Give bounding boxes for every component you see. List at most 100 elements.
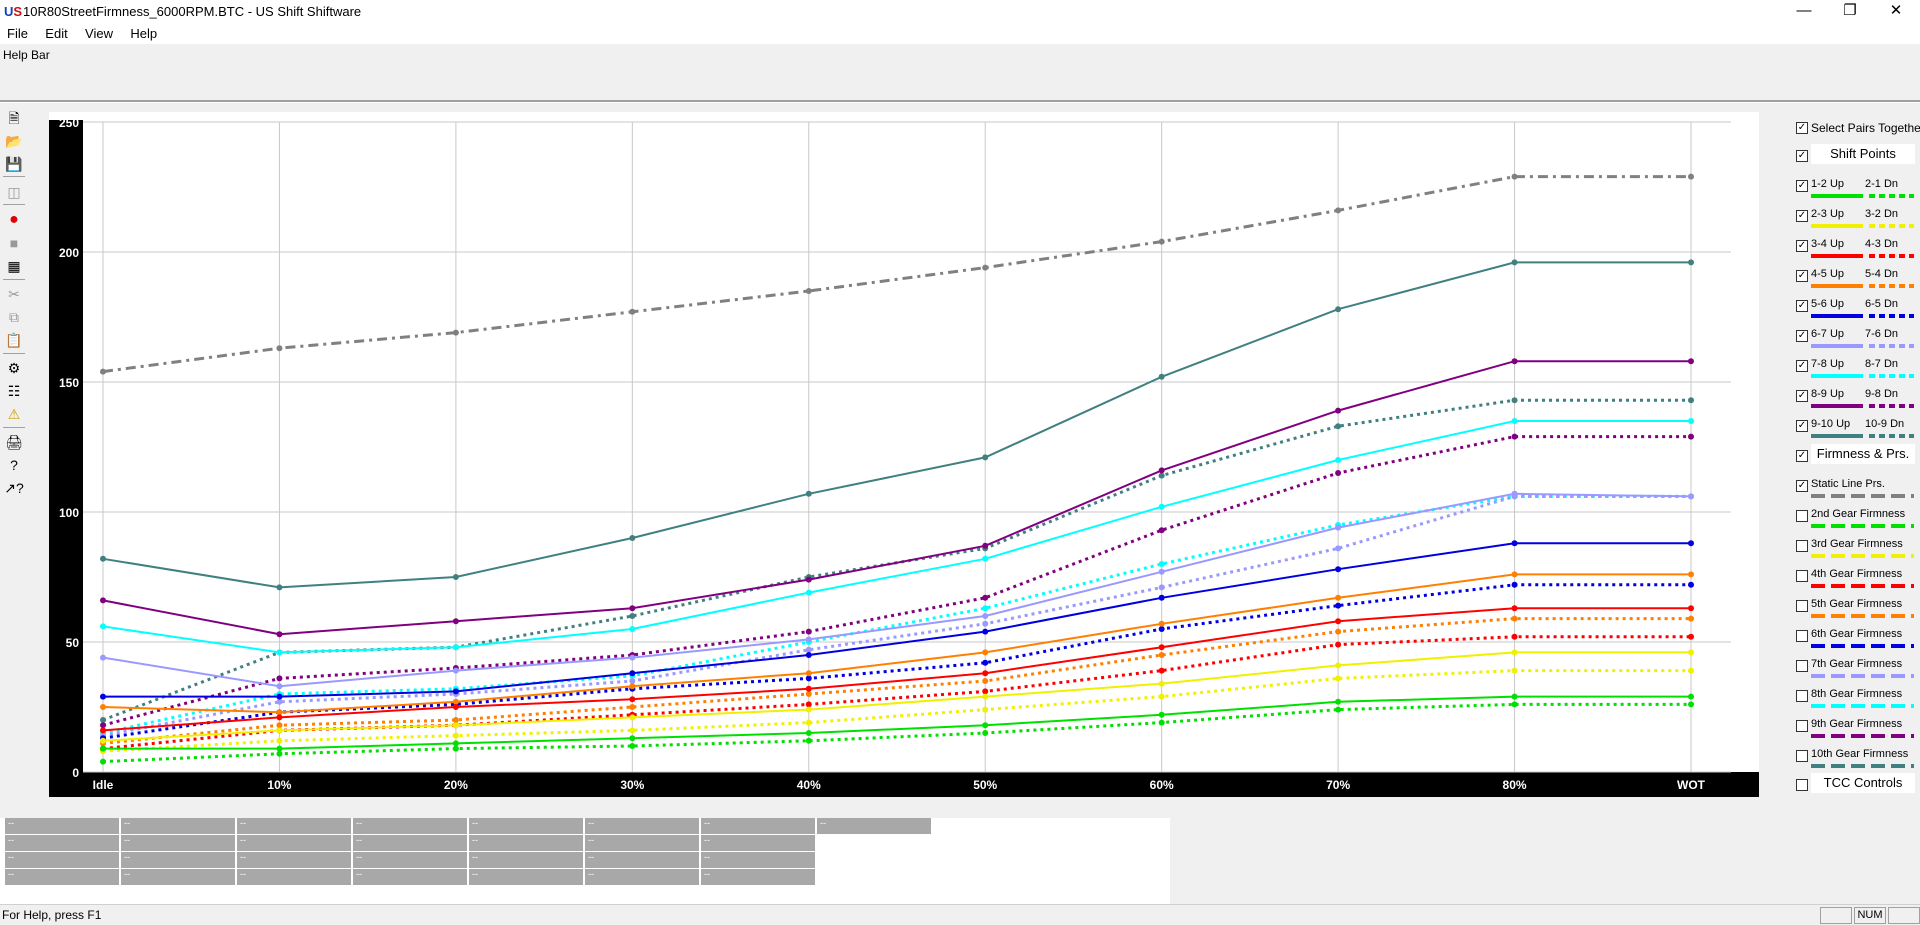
grid-cell[interactable]: -- [237,835,352,851]
shift-pair-row[interactable]: ✓ 1-2 Up 2-1 Dn [1785,174,1920,202]
select-pairs-row[interactable]: ✓ Select Pairs Together [1785,114,1920,142]
copy-icon[interactable]: ⧉ [4,307,24,327]
shift-pair-checkbox[interactable]: ✓ [1796,360,1808,372]
shift-pair-checkbox[interactable]: ✓ [1796,420,1808,432]
firmness-item-row[interactable]: 5th Gear Firmness [1785,594,1920,622]
grid-cell[interactable]: -- [5,869,120,885]
grid-cell[interactable]: -- [237,852,352,868]
shift-pair-row[interactable]: ✓ 9-10 Up 10-9 Dn [1785,414,1920,442]
firmness-item-row[interactable]: 8th Gear Firmness [1785,684,1920,712]
firmness-item-row[interactable]: 7th Gear Firmness [1785,654,1920,682]
app-icon[interactable]: US [4,4,22,19]
firmness-item-checkbox[interactable] [1796,720,1808,732]
firmness-item-row[interactable]: 2nd Gear Firmness [1785,504,1920,532]
grid-cell[interactable]: -- [5,852,120,868]
grid-cell[interactable]: -- [237,818,352,834]
firmness-item-checkbox[interactable] [1796,630,1808,642]
shift-pair-row[interactable]: ✓ 2-3 Up 3-2 Dn [1785,204,1920,232]
context-help-icon[interactable]: ↗? [4,478,24,498]
shift-points-checkbox[interactable]: ✓ [1796,150,1808,162]
grid-cell[interactable]: -- [469,869,584,885]
firmness-item-row[interactable]: 10th Gear Firmness [1785,744,1920,772]
shift-points-button[interactable]: Shift Points [1811,144,1915,164]
firmness-item-row[interactable]: 6th Gear Firmness [1785,624,1920,652]
shift-pair-row[interactable]: ✓ 8-9 Up 9-8 Dn [1785,384,1920,412]
grid-cell[interactable]: -- [585,869,700,885]
grid-cell[interactable]: -- [701,835,816,851]
stop-icon[interactable]: ■ [4,233,24,253]
firmness-item-checkbox[interactable] [1796,690,1808,702]
shift-pair-row[interactable]: ✓ 4-5 Up 5-4 Dn [1785,264,1920,292]
table-edit-icon[interactable]: ▦ [4,256,24,276]
open-folder-icon[interactable]: 📂 [4,131,24,151]
grid-cell[interactable]: -- [121,869,236,885]
firmness-button[interactable]: Firmness & Prs. [1811,444,1915,464]
shift-pair-row[interactable]: ✓ 6-7 Up 7-6 Dn [1785,324,1920,352]
grid-cell[interactable]: -- [817,818,932,834]
firmness-item-row[interactable]: 3rd Gear Firmness [1785,534,1920,562]
settings-gear-icon[interactable]: ⚙ [4,358,24,378]
save-icon[interactable]: 💾 [4,154,24,174]
grid-cell[interactable]: -- [585,818,700,834]
firmness-item-checkbox[interactable] [1796,750,1808,762]
firmness-item-checkbox[interactable] [1796,510,1808,522]
help-icon[interactable]: ? [4,455,24,475]
shift-pair-checkbox[interactable]: ✓ [1796,330,1808,342]
paste-icon[interactable]: 📋 [4,330,24,350]
tcc-checkbox[interactable] [1796,779,1808,791]
grid-cell[interactable]: -- [237,869,352,885]
menu-edit[interactable]: Edit [38,24,74,44]
firmness-item-row[interactable]: ✓ Static Line Prs. [1785,474,1920,502]
grid-cell[interactable]: -- [469,818,584,834]
firmness-item-checkbox[interactable]: ✓ [1796,480,1808,492]
shift-pair-row[interactable]: ✓ 3-4 Up 4-3 Dn [1785,234,1920,262]
shift-pair-row[interactable]: ✓ 5-6 Up 6-5 Dn [1785,294,1920,322]
record-icon[interactable]: ● [4,210,24,230]
new-file-icon[interactable]: 🗎 [4,108,24,128]
grid-cell[interactable]: -- [701,869,816,885]
firmness-item-row[interactable]: 4th Gear Firmness [1785,564,1920,592]
compare-icon[interactable]: ◫ [4,182,24,202]
tcc-row[interactable]: TCC Controls [1785,773,1920,801]
grid-cell[interactable]: -- [353,869,468,885]
menu-help[interactable]: Help [123,24,164,44]
grid-cell[interactable]: -- [353,852,468,868]
shift-pair-row[interactable]: ✓ 7-8 Up 8-7 Dn [1785,354,1920,382]
grid-cell[interactable]: -- [121,818,236,834]
config-icon[interactable]: ☷ [4,381,24,401]
grid-cell[interactable]: -- [121,835,236,851]
grid-cell[interactable]: -- [585,835,700,851]
grid-cell[interactable]: -- [5,835,120,851]
firmness-item-checkbox[interactable] [1796,570,1808,582]
grid-cell[interactable]: -- [469,835,584,851]
grid-cell[interactable]: -- [5,818,120,834]
firmness-row[interactable]: ✓ Firmness & Prs. [1785,444,1920,472]
grid-cell[interactable]: -- [469,852,584,868]
shift-pair-checkbox[interactable]: ✓ [1796,180,1808,192]
warning-icon[interactable]: ⚠ [4,404,24,424]
grid-cell[interactable]: -- [353,835,468,851]
print-icon[interactable]: 🖨 [4,432,24,452]
firmness-item-row[interactable]: 9th Gear Firmness [1785,714,1920,742]
tcc-controls-button[interactable]: TCC Controls [1811,773,1915,793]
firmness-checkbox[interactable]: ✓ [1796,450,1808,462]
grid-cell[interactable]: -- [121,852,236,868]
menu-view[interactable]: View [78,24,120,44]
grid-cell[interactable]: -- [353,818,468,834]
shift-pair-checkbox[interactable]: ✓ [1796,390,1808,402]
firmness-item-checkbox[interactable] [1796,540,1808,552]
firmness-item-checkbox[interactable] [1796,600,1808,612]
grid-cell[interactable]: -- [701,818,816,834]
shift-pair-checkbox[interactable]: ✓ [1796,240,1808,252]
shift-points-row[interactable]: ✓ Shift Points [1785,144,1920,172]
shift-chart[interactable]: 0 50 100 150 200 250 Idle 10% 20% 30% 40% 50% 60% 70%… [49,112,1759,797]
shift-pair-checkbox[interactable]: ✓ [1796,210,1808,222]
shift-pair-checkbox[interactable]: ✓ [1796,270,1808,282]
close-button[interactable]: ✕ [1873,0,1919,24]
select-pairs-checkbox[interactable]: ✓ [1796,122,1808,134]
minimize-button[interactable]: — [1781,0,1827,24]
shift-pair-checkbox[interactable]: ✓ [1796,300,1808,312]
restore-button[interactable]: ❐ [1827,0,1873,24]
grid-cell[interactable]: -- [585,852,700,868]
grid-cell[interactable]: -- [701,852,816,868]
